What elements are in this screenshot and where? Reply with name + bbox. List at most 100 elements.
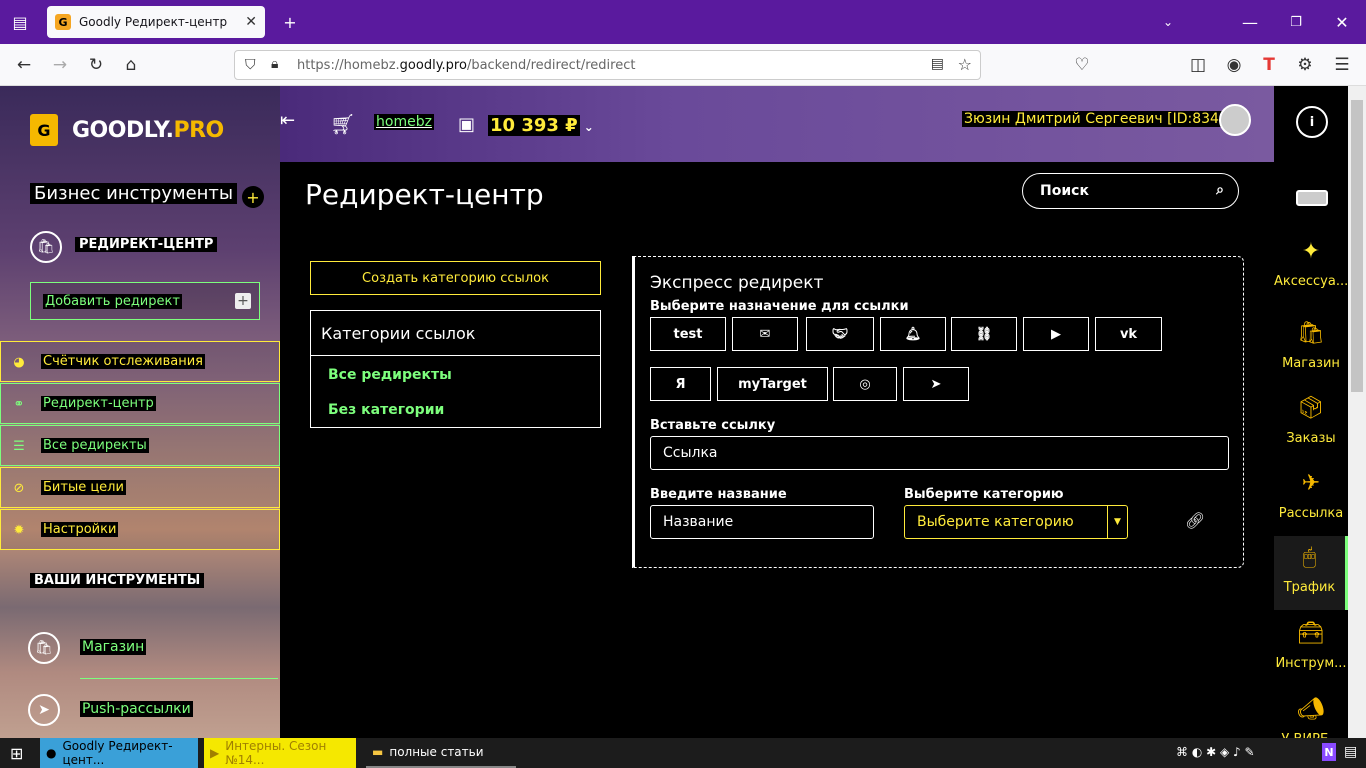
extensions-icon[interactable]: ⚙ (1293, 53, 1317, 77)
rail-item-tools[interactable]: 🧰︎ Инструм... (1274, 618, 1348, 672)
dest-broken-link-button[interactable]: ⛓ (951, 317, 1017, 351)
create-link-button[interactable]: 🔗︎ (1185, 511, 1205, 530)
tab-title: Goodly Редирект-центр (79, 15, 228, 29)
tray-icons[interactable]: ⌘ ◐ ✱ ◈ ♪ ✎ (1176, 745, 1255, 759)
name-input[interactable]: Название (650, 505, 874, 539)
lock-icon[interactable]: 🔒︎ (271, 56, 278, 72)
rail-item-orders[interactable]: 📦︎ Заказы (1274, 393, 1348, 447)
dest-instagram-button[interactable]: ◎ (833, 367, 897, 401)
search-icon[interactable]: ⌕ (1216, 182, 1224, 198)
browser-tab[interactable]: G Goodly Редирект-центр ✕ (47, 6, 265, 38)
category-all-redirects[interactable]: Все редиректы (328, 367, 452, 383)
category-select[interactable]: Выберите категорию ▼ (904, 505, 1128, 539)
dest-partner-button[interactable]: 🤝︎ (806, 317, 874, 351)
avatar[interactable] (1219, 104, 1251, 136)
scrollbar[interactable] (1348, 86, 1366, 738)
search-input[interactable]: Поиск ⌕ (1022, 173, 1239, 209)
balance-value: 10 393 ₽ (488, 115, 580, 136)
business-tools-add-button[interactable]: + (242, 186, 264, 208)
taskbar-item-browser[interactable]: ● Goodly Редирект-цент... (40, 738, 198, 768)
tab-list-chevron-icon[interactable]: ⌄ (1156, 10, 1180, 34)
add-redirect-button[interactable]: Добавить редирект + (30, 282, 260, 320)
menu-item-broken-goals[interactable]: ⊘ Битые цели (0, 467, 280, 508)
taskbar-item-label: Интерны. Сезон №14... (225, 739, 327, 767)
menu-item-all-redirects[interactable]: ☰ Все редиректы (0, 425, 280, 466)
shop-link[interactable]: homebz (374, 114, 434, 130)
menu-item-tracking-counter[interactable]: ◕ Счётчик отслеживания (0, 341, 280, 382)
menu-item-label: Счётчик отслеживания (41, 354, 205, 369)
rail-item-shop[interactable]: 🛍︎ Магазин (1274, 318, 1348, 372)
balance[interactable]: 10 393 ₽ ⌄ (488, 115, 594, 136)
cart-icon[interactable]: 🛒︎ (330, 112, 355, 136)
window-close-icon[interactable]: ✕ (1330, 10, 1354, 34)
restore-icon[interactable]: ❐ (1284, 10, 1308, 34)
category-selected: Выберите категорию (917, 514, 1074, 530)
translate-extension-icon[interactable]: T (1257, 53, 1281, 77)
goodly-logo[interactable]: G GOODLY.PRO (30, 114, 224, 146)
dest-telegram-button[interactable]: ➤ (903, 367, 969, 401)
link-input[interactable]: Ссылка (650, 436, 1229, 470)
reader-view-icon[interactable]: ▤ (931, 56, 944, 72)
shop-icon: 🛍︎ (1297, 320, 1325, 346)
dest-vk-button[interactable]: vk (1095, 317, 1162, 351)
rail-item-accessories[interactable]: ✦ Аксессуа... (1274, 236, 1349, 290)
create-category-button[interactable]: Создать категорию ссылок (310, 261, 601, 295)
scrollbar-thumb[interactable] (1351, 100, 1363, 392)
taskbar-item-video[interactable]: ▶ Интерны. Сезон №14... (204, 738, 356, 768)
forward-icon[interactable]: → (48, 53, 72, 77)
app-tray-icon[interactable]: N (1322, 743, 1336, 761)
category-uncategorized[interactable]: Без категории (328, 402, 444, 418)
menu-item-settings[interactable]: ✹ Настройки (0, 509, 280, 550)
collapse-sidebar-icon[interactable]: ⇤ (280, 110, 295, 131)
url-path: /backend/redirect/redirect (466, 57, 636, 73)
back-icon[interactable]: ← (12, 53, 36, 77)
rail-item-traffic[interactable]: 🖱︎ Трафик (1274, 536, 1348, 610)
user-name[interactable]: Зюзин Дмитрий Сергеевич [ID:83444] (962, 111, 1245, 127)
dest-push-button[interactable]: 🔔︎ (880, 317, 946, 351)
gauge-icon: ◕ (13, 354, 25, 370)
menu-item-redirect-center[interactable]: ⚭ Редирект-центр (0, 383, 280, 424)
top-header: ⇤ 🛒︎ homebz ▣ 10 393 ₽ ⌄ Зюзин Дмитрий Се… (280, 86, 1274, 162)
account-icon[interactable]: ◉ (1222, 53, 1246, 77)
sidebar-toggle-icon[interactable]: ◫ (1186, 53, 1210, 77)
vk-icon: vk (1119, 326, 1138, 342)
dest-test-button[interactable]: test (650, 317, 726, 351)
tab-overview-icon[interactable]: ▤ (8, 10, 32, 34)
list-icon: ☰ (13, 438, 25, 454)
theme-toggle[interactable] (1296, 190, 1328, 206)
wallet-icon: ▣ (458, 114, 476, 135)
close-tab-icon[interactable]: ✕ (245, 14, 257, 30)
bag-icon: 🛍︎ (28, 632, 60, 664)
dest-mytarget-button[interactable]: myTarget (717, 367, 828, 401)
url-domain: goodly.pro (399, 57, 467, 73)
app-menu-icon[interactable]: ☰ (1330, 53, 1354, 77)
chain-link-icon: 🔗︎ (1185, 511, 1206, 530)
info-icon[interactable]: i (1296, 106, 1328, 138)
telegram-icon: ➤ (930, 376, 942, 392)
home-icon[interactable]: ⌂ (119, 53, 143, 77)
taskbar-item-folder[interactable]: ▬ полные статьи (366, 738, 516, 768)
bookmark-star-icon[interactable]: ☆ (958, 55, 972, 74)
notifications-icon[interactable]: ▤ (1344, 744, 1357, 760)
rail-item-label: Аксессуа... (1274, 274, 1349, 289)
tool-push-link[interactable]: Push-рассылки (80, 701, 193, 717)
url-bar[interactable]: ⛉ 🔒︎ https://homebz. goodly.pro/backend/r… (234, 50, 981, 80)
rail-item-label: Заказы (1286, 431, 1336, 446)
tool-shop-link[interactable]: Магазин (80, 639, 147, 655)
taskbar-item-label: полные статьи (389, 745, 484, 759)
ban-icon: ⊘ (13, 480, 25, 496)
dest-yandex-button[interactable]: Я (650, 367, 711, 401)
category-label: Выберите категорию (904, 487, 1064, 502)
rail-item-mailing[interactable]: ✈ Рассылка (1274, 468, 1348, 522)
windows-start-icon[interactable]: ⊞ (10, 744, 23, 763)
tool-shop-label: Магазин (80, 639, 147, 655)
shield-icon[interactable]: ⛉ (245, 57, 256, 73)
dest-youtube-button[interactable]: ▶ (1023, 317, 1089, 351)
dest-email-button[interactable]: ✉ (732, 317, 798, 351)
pocket-icon[interactable]: ♡ (1070, 53, 1094, 77)
link-placeholder: Ссылка (663, 445, 718, 461)
new-tab-icon[interactable]: + (278, 10, 302, 34)
reload-icon[interactable]: ↻ (84, 53, 108, 77)
minimize-icon[interactable]: — (1238, 10, 1262, 34)
folder-icon: ▬ (372, 745, 384, 759)
